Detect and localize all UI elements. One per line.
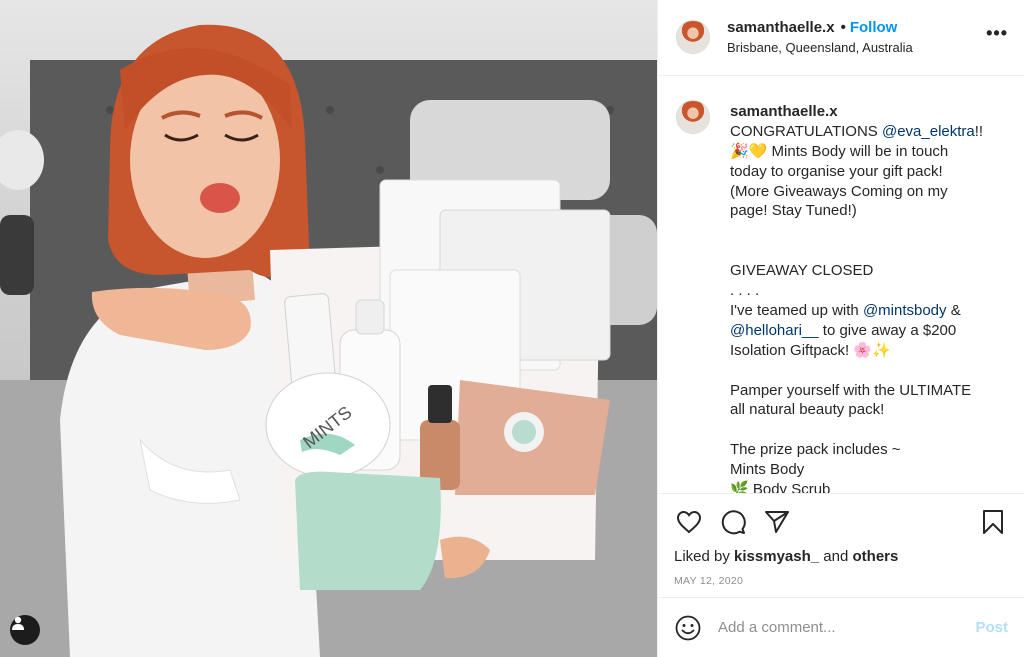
comment-box: Post — [658, 597, 1024, 657]
post-header: samanthaelle.x • Follow Brisbane, Queens… — [658, 0, 1024, 76]
caption-line: I've teamed up with @mintsbody & — [730, 301, 992, 321]
likes-prefix: Liked by — [674, 548, 735, 566]
caption-text-segment: today to organise your gift pack! — [730, 162, 943, 180]
caption-line: page! Stay Tuned!) — [730, 201, 992, 221]
caption-text-segment: (More Giveaways Coming on my — [730, 182, 948, 200]
caption-text-segment: I've teamed up with — [730, 301, 863, 319]
post-comment-button[interactable]: Post — [975, 619, 1008, 636]
caption-text-segment: Isolation Giftpack! 🌸✨ — [730, 341, 891, 359]
heart-icon[interactable] — [674, 507, 704, 537]
caption-text-segment: 🌿 Body Scrub — [730, 481, 831, 494]
caption-line — [730, 221, 992, 241]
likes-middle: and — [819, 548, 853, 566]
action-section: Liked by kissmyash_ and others MAY 12, 2… — [658, 493, 1024, 597]
caption-text-segment: !! — [974, 122, 984, 140]
post-date[interactable]: MAY 12, 2020 — [674, 575, 1008, 587]
caption-text-segment: CONGRATULATIONS — [730, 122, 882, 140]
share-icon[interactable] — [762, 507, 792, 537]
more-options-icon[interactable]: ••• — [986, 23, 1008, 44]
post-sidebar: samanthaelle.x • Follow Brisbane, Queens… — [657, 0, 1024, 657]
bookmark-icon[interactable] — [978, 507, 1008, 537]
follow-button[interactable]: Follow — [850, 19, 898, 36]
caption-line: 🌿 Body Scrub — [730, 480, 992, 493]
caption-line — [730, 241, 992, 261]
mention-link[interactable]: @mintsbody — [863, 302, 947, 319]
caption-line: Isolation Giftpack! 🌸✨ — [730, 341, 992, 361]
mint-towel — [295, 471, 441, 590]
user-tag-icon[interactable] — [10, 615, 40, 645]
caption-avatar[interactable] — [676, 99, 710, 134]
caption-line: GIVEAWAY CLOSED — [730, 261, 992, 281]
avatar[interactable] — [676, 20, 710, 55]
mention-link[interactable]: @eva_elektra — [882, 123, 975, 140]
caption-line — [730, 361, 992, 381]
header-line: samanthaelle.x • Follow — [727, 19, 986, 36]
location-link[interactable]: Brisbane, Queensland, Australia — [727, 40, 986, 55]
caption-line: @hellohari__ to give away a $200 — [730, 321, 992, 341]
caption-text-segment: to give away a $200 — [818, 321, 957, 339]
caption-line: Mints Body — [730, 460, 992, 480]
mention-link[interactable]: @hellohari__ — [730, 322, 819, 339]
caption-text-segment: page! Stay Tuned!) — [730, 202, 857, 220]
caption-text-segment: 🎉💛 Mints Body will be in touch — [730, 142, 949, 160]
caption-line: all natural beauty pack! — [730, 400, 992, 420]
smiley-icon[interactable] — [674, 614, 702, 642]
caption-text-segment: Mints Body — [730, 461, 805, 479]
caption-text-segment: . . . . — [730, 282, 760, 299]
header-text: samanthaelle.x • Follow Brisbane, Queens… — [727, 19, 986, 55]
separator-dot: • — [840, 19, 846, 37]
username-link[interactable]: samanthaelle.x — [727, 19, 835, 36]
caption-line: . . . . — [730, 281, 992, 301]
caption-text-segment: Pamper yourself with the ULTIMATE — [730, 381, 972, 399]
caption-line: (More Giveaways Coming on my — [730, 182, 992, 202]
liked-by-user-link[interactable]: kissmyash_ — [734, 548, 819, 565]
caption-line: The prize pack includes ~ — [730, 440, 992, 460]
comment-icon[interactable] — [718, 507, 748, 537]
caption-line: Pamper yourself with the ULTIMATE — [730, 381, 992, 401]
caption-text-segment: GIVEAWAY CLOSED — [730, 262, 874, 280]
caption-line: 🎉💛 Mints Body will be in touch — [730, 142, 992, 162]
caption-text: CONGRATULATIONS @eva_elektra!! 🎉💛 Mints B… — [730, 122, 992, 493]
comment-input[interactable] — [718, 619, 976, 637]
caption-area[interactable]: samanthaelle.x CONGRATULATIONS @eva_elek… — [658, 76, 1024, 493]
likes-others-link[interactable]: others — [853, 548, 899, 565]
caption-line: today to organise your gift pack! — [730, 162, 992, 182]
post-photo[interactable]: MINTS — [0, 0, 657, 657]
action-bar — [674, 506, 1008, 538]
lips — [200, 183, 240, 213]
instagram-post: MINTS samanthaelle.x • Follow Brisbane, … — [0, 0, 1024, 657]
likes-summary: Liked by kissmyash_ and others — [674, 548, 1008, 565]
caption-text-segment: all natural beauty pack! — [730, 401, 885, 419]
caption-line: CONGRATULATIONS @eva_elektra!! — [730, 122, 992, 142]
caption-text-segment: & — [946, 301, 961, 319]
caption-username[interactable]: samanthaelle.x — [730, 102, 992, 122]
caption-text-segment: The prize pack includes ~ — [730, 441, 901, 459]
caption-line — [730, 420, 992, 440]
photo-illustration: MINTS — [0, 24, 657, 657]
caption-body: samanthaelle.x CONGRATULATIONS @eva_elek… — [730, 102, 992, 493]
